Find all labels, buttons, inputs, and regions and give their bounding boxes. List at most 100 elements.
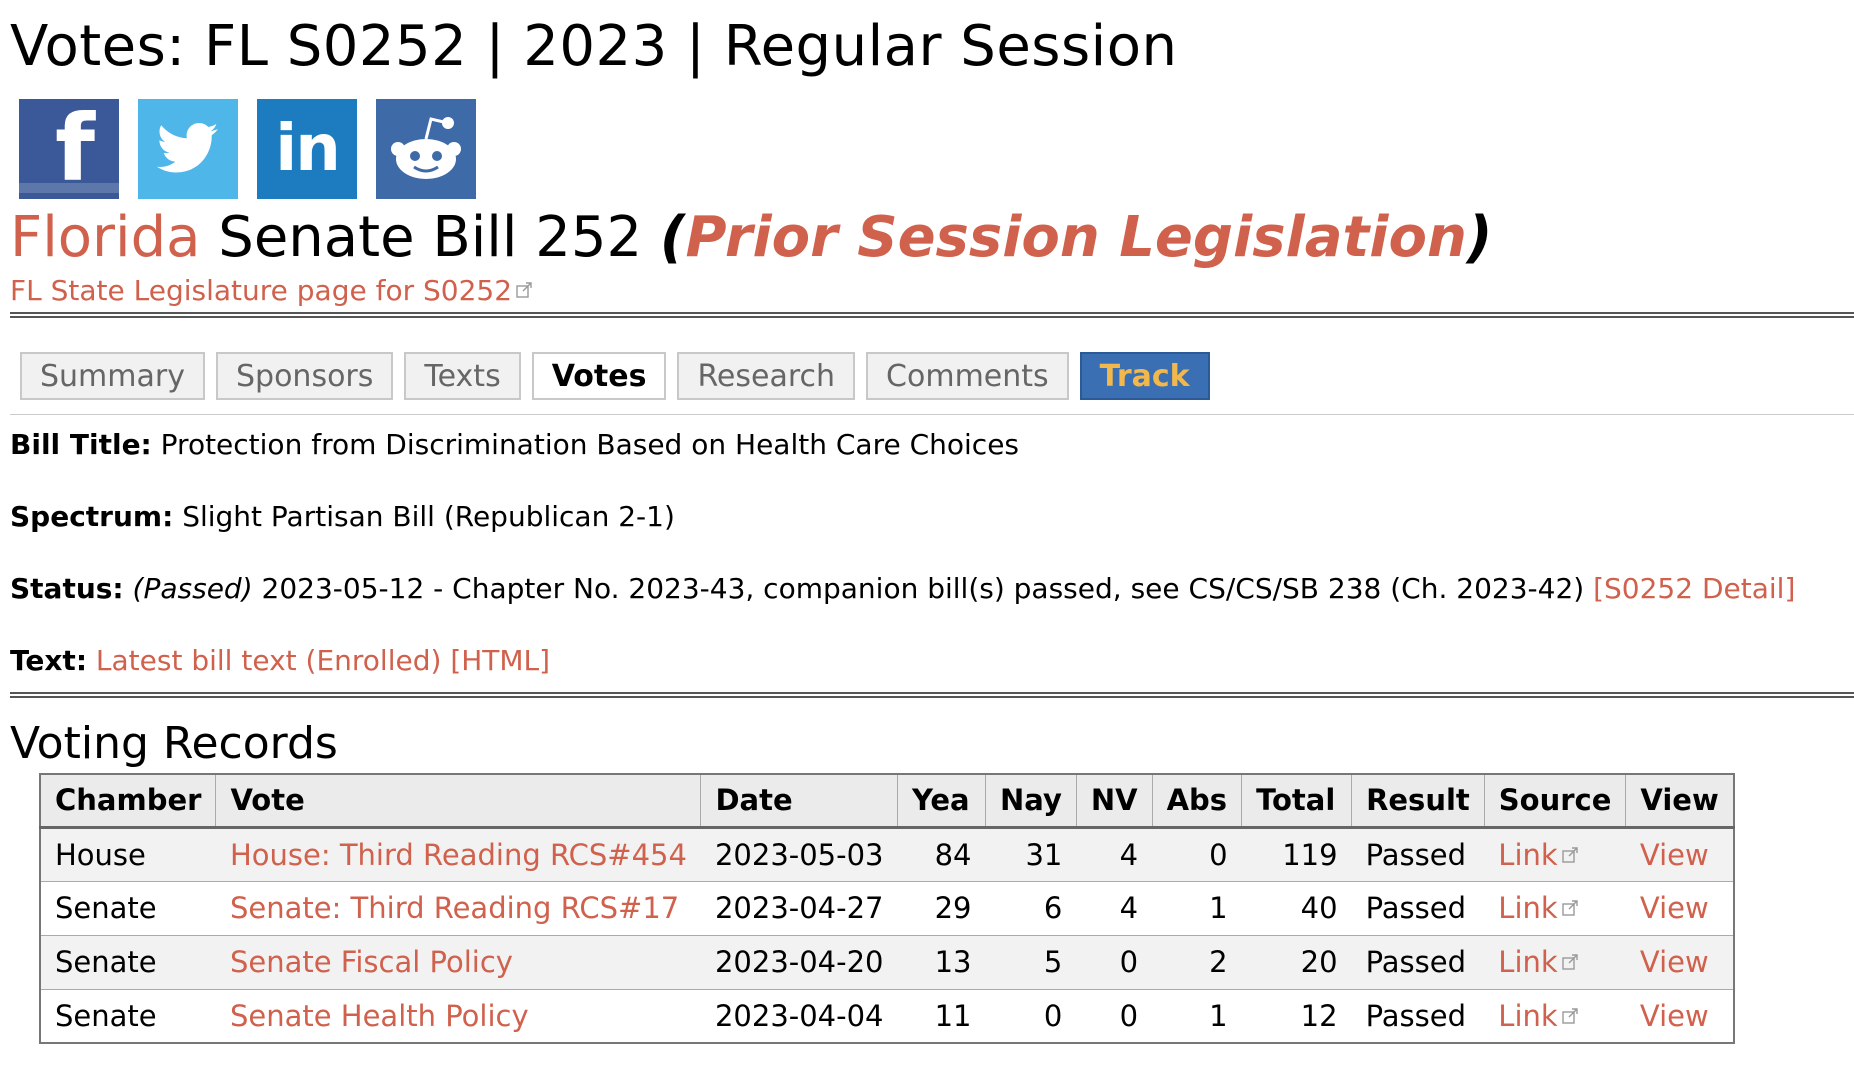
bill-name: Senate Bill 252 <box>218 205 643 270</box>
cell-nv: 4 <box>1076 827 1153 882</box>
tab-research[interactable]: Research <box>677 352 856 400</box>
external-link-icon <box>516 282 532 298</box>
cell-date: 2023-04-04 <box>714 998 884 1033</box>
tab-comments[interactable]: Comments <box>866 352 1069 400</box>
cell-result: Passed <box>1365 998 1466 1033</box>
cell-view-link[interactable]: View <box>1625 827 1734 882</box>
spectrum-row: Spectrum: Slight Partisan Bill (Republic… <box>10 500 675 533</box>
voting-records-table: Chamber Vote Date Yea Nay NV Abs Total R… <box>39 773 1735 1044</box>
cell-date: 2023-04-27 <box>700 881 898 936</box>
external-link-icon <box>1561 900 1578 916</box>
status-passed: (Passed) <box>132 572 253 605</box>
text-row: Text: Latest bill text (Enrolled) [HTML] <box>10 644 550 677</box>
cell-vote-link[interactable]: Senate: Third Reading RCS#17 <box>215 881 701 936</box>
cell-abs: 0 <box>1152 827 1242 882</box>
cell-vote-link[interactable]: House: Third Reading RCS#454 <box>215 827 701 882</box>
twitter-icon[interactable] <box>138 99 238 199</box>
tab-sponsors[interactable]: Sponsors <box>215 352 394 400</box>
cell-nay: 0 <box>1043 998 1063 1033</box>
cell-chamber: Senate <box>40 935 216 990</box>
tab-track[interactable]: Track <box>1079 352 1210 400</box>
tab-votes[interactable]: Votes <box>531 352 667 400</box>
column-header-yea[interactable]: Yea <box>897 774 987 829</box>
bill-title-value: Protection from Discrimination Based on … <box>160 428 1020 461</box>
cell-view-link[interactable]: View <box>1625 935 1734 990</box>
cell-chamber: House <box>40 827 216 882</box>
cell-abs: 1 <box>1152 881 1242 936</box>
cell-yea: 11 <box>934 998 972 1033</box>
external-link-icon <box>1561 846 1578 863</box>
cell-source[interactable]: Link <box>1484 935 1626 990</box>
status-label: Status: <box>10 572 124 605</box>
reddit-icon[interactable] <box>376 99 476 199</box>
page: Votes: FL S0252 | 2023 | Regular Session… <box>0 0 1854 1070</box>
tab-texts[interactable]: Texts <box>404 352 521 400</box>
status-detail-link[interactable]: [S0252 Detail] <box>1593 572 1795 605</box>
column-header-total[interactable]: Total <box>1241 774 1353 829</box>
close-paren: ) <box>1466 205 1493 270</box>
cell-total: 40 <box>1241 881 1352 936</box>
cell-source[interactable]: Link <box>1484 881 1626 936</box>
voting-records-title: Voting Records <box>10 718 338 769</box>
bill-heading: Florida Senate Bill 252 (Prior Session L… <box>10 205 1492 270</box>
cell-nv: 0 <box>1119 998 1139 1033</box>
legislature-link-text[interactable]: FL State Legislature page for S0252 <box>10 274 512 307</box>
tab-summary[interactable]: Summary <box>20 352 205 400</box>
legislature-page-link[interactable]: FL State Legislature page for S0252 <box>10 274 532 307</box>
external-link-icon <box>1561 954 1578 970</box>
facebook-icon[interactable]: f <box>19 99 119 199</box>
cell-vote-link[interactable]: Senate Health Policy <box>216 989 701 1043</box>
cell-yea: 84 <box>897 827 986 882</box>
state-link[interactable]: Florida <box>10 205 200 270</box>
column-header-result[interactable]: Result <box>1351 774 1485 829</box>
cell-date: 2023-04-20 <box>700 935 898 990</box>
social-share-bar: f in <box>19 99 476 199</box>
column-header-source[interactable]: Source <box>1484 774 1627 829</box>
cell-source[interactable]: Link <box>1484 827 1626 882</box>
spectrum-label: Spectrum: <box>10 500 174 533</box>
bill-title-row: Bill Title: Protection from Discriminati… <box>10 428 1019 461</box>
cell-result: Passed <box>1351 881 1485 936</box>
cell-vote-link[interactable]: Senate Fiscal Policy <box>215 935 701 990</box>
cell-source[interactable]: Link <box>1484 989 1626 1043</box>
table-row: Senate Senate Fiscal Policy 2023-04-20 1… <box>40 935 1734 990</box>
cell-nay: 6 <box>985 881 1077 936</box>
bill-tabs: Summary Sponsors Texts Votes Research Co… <box>20 352 1210 400</box>
source-link[interactable]: Link <box>1498 945 1557 979</box>
column-header-view[interactable]: View <box>1625 774 1734 829</box>
cell-total: 20 <box>1241 935 1352 990</box>
page-title: Votes: FL S0252 | 2023 | Regular Session <box>10 14 1178 79</box>
table-row: Senate Senate Health Policy 2023-04-04 1… <box>40 989 1734 1043</box>
status-value: 2023-05-12 - Chapter No. 2023-43, compan… <box>261 572 1585 605</box>
column-header-vote[interactable]: Vote <box>215 774 702 829</box>
column-header-nv[interactable]: NV <box>1076 774 1153 829</box>
tab-underline <box>10 414 1854 415</box>
cell-nay: 31 <box>985 827 1077 882</box>
cell-date: 2023-05-03 <box>700 827 898 882</box>
source-link[interactable]: Link <box>1498 999 1557 1033</box>
cell-chamber: Senate <box>55 998 157 1033</box>
column-header-abs[interactable]: Abs <box>1152 774 1243 829</box>
text-label: Text: <box>10 644 88 677</box>
cell-result: Passed <box>1351 827 1485 882</box>
cell-view-link[interactable]: View <box>1626 989 1734 1043</box>
status-row: Status: (Passed) 2023-05-12 - Chapter No… <box>10 572 1795 605</box>
spectrum-value: Slight Partisan Bill (Republican 2-1) <box>182 500 675 533</box>
bill-title-label: Bill Title: <box>10 428 152 461</box>
column-header-date[interactable]: Date <box>700 774 899 829</box>
column-header-nay[interactable]: Nay <box>985 774 1077 829</box>
column-header-chamber[interactable]: Chamber <box>40 774 217 829</box>
cell-result: Passed <box>1351 935 1485 990</box>
latest-text-link[interactable]: Latest bill text (Enrolled) <box>96 644 441 677</box>
cell-nay: 5 <box>985 935 1077 990</box>
linkedin-icon[interactable]: in <box>257 99 357 199</box>
html-link[interactable]: [HTML] <box>450 644 550 677</box>
cell-abs: 1 <box>1209 998 1228 1033</box>
table-row: Senate Senate: Third Reading RCS#17 2023… <box>40 881 1734 936</box>
cell-total: 119 <box>1241 827 1352 882</box>
cell-view-link[interactable]: View <box>1625 881 1734 936</box>
source-link[interactable]: Link <box>1498 891 1557 925</box>
cell-chamber: Senate <box>40 881 216 936</box>
source-link[interactable]: Link <box>1498 838 1557 872</box>
cell-total: 12 <box>1300 998 1338 1033</box>
